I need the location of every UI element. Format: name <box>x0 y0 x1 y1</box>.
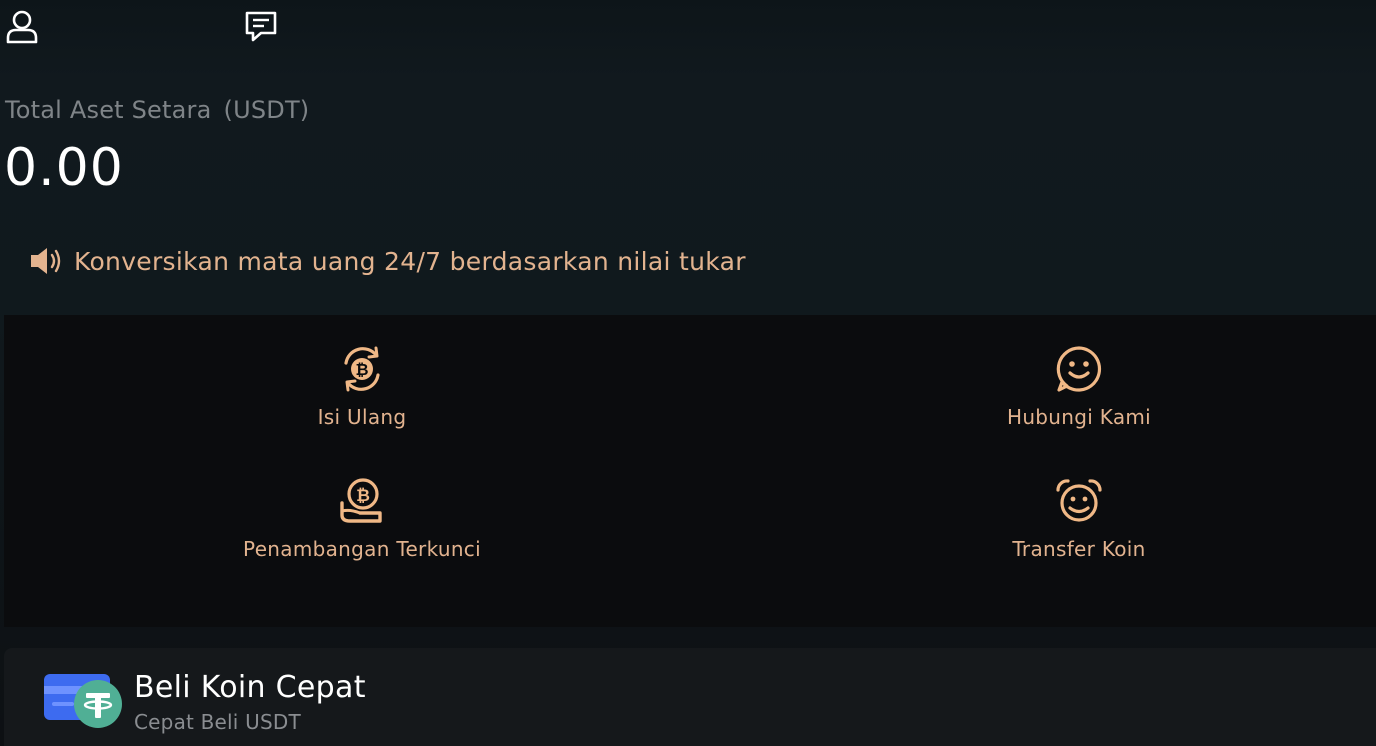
quick-buy-title: Beli Koin Cepat <box>134 670 366 705</box>
top-bar <box>0 0 1376 60</box>
locked-mining-label: Penambangan Terkunci <box>243 537 481 561</box>
transfer-coin-label: Transfer Koin <box>1012 537 1146 561</box>
alarm-transfer-icon <box>1053 475 1105 527</box>
total-assets-unit: (USDT) <box>223 96 310 124</box>
total-assets-title: Total Aset Setara <box>5 96 212 124</box>
bitcoin-recharge-icon: ₿ <box>336 343 388 395</box>
recharge-button[interactable]: ₿ Isi Ulang <box>162 343 562 429</box>
quick-buy-subtitle: Cepat Beli USDT <box>134 710 301 734</box>
locked-mining-button[interactable]: ₿ Penambangan Terkunci <box>162 475 562 561</box>
smiley-chat-icon <box>1053 343 1105 395</box>
contact-us-label: Hubungi Kami <box>1006 405 1152 429</box>
recharge-label: Isi Ulang <box>317 405 407 429</box>
svg-text:₿: ₿ <box>356 486 370 506</box>
total-assets-label: Total Aset Setara (USDT) <box>5 96 309 124</box>
notice-text: Konversikan mata uang 24/7 berdasarkan n… <box>74 246 746 276</box>
svg-text:₿: ₿ <box>355 360 368 379</box>
quick-buy-card[interactable]: Beli Koin Cepat Cepat Beli USDT <box>4 648 1376 746</box>
bitcoin-hand-icon: ₿ <box>336 475 388 527</box>
notice-bar[interactable]: Konversikan mata uang 24/7 berdasarkan n… <box>28 244 746 278</box>
user-icon[interactable] <box>4 8 40 44</box>
message-icon[interactable] <box>242 8 280 44</box>
page: Total Aset Setara (USDT) 0.00 Konversikan… <box>0 0 1376 746</box>
transfer-coin-button[interactable]: Transfer Koin <box>879 475 1279 561</box>
actions-panel: ₿ Isi Ulang Hubungi Kami ₿ Penambangan T… <box>4 315 1376 627</box>
contact-us-button[interactable]: Hubungi Kami <box>879 343 1279 429</box>
card-tether-icon <box>44 672 126 732</box>
total-assets-value: 0.00 <box>4 138 124 198</box>
speaker-icon <box>28 244 64 278</box>
